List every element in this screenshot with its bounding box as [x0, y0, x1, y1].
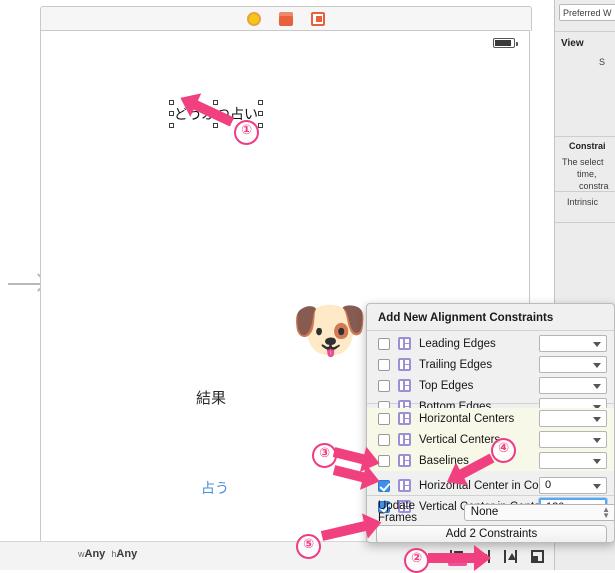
add-constraints-button[interactable]: Add 2 Constraints	[376, 525, 607, 542]
constraint-label-1: Leading Edges	[419, 337, 496, 350]
constraint-value-select-3[interactable]	[539, 377, 607, 394]
simulated-status-bar	[41, 31, 529, 53]
resize-handle-middle-left[interactable]	[169, 111, 174, 116]
chevron-down-icon[interactable]	[593, 459, 601, 464]
align-leading-edges-icon	[398, 337, 411, 350]
constraint-label-3: Top Edges	[419, 379, 474, 392]
intrinsic-size-label: Intrinsic	[567, 197, 599, 207]
exit-icon[interactable]	[311, 12, 325, 26]
constraints-description-line-1: The select	[562, 157, 604, 167]
resolve-auto-layout-issues-button[interactable]	[504, 549, 519, 563]
annotation-marker-2: ②	[404, 548, 429, 573]
size-class-width-value: Any	[84, 548, 106, 560]
inspector-divider-2	[555, 136, 615, 137]
align-baselines-icon	[398, 454, 411, 467]
chevron-down-icon[interactable]	[593, 384, 601, 389]
resize-handle-bottom-left[interactable]	[169, 123, 174, 128]
add-alignment-constraints-popover[interactable]: Add New Alignment Constraints Leading Ed…	[366, 303, 615, 543]
constraints-description-line-3: constra	[579, 181, 609, 191]
dog-emoji-label[interactable]: 🐶	[289, 293, 371, 367]
size-class-height-value: Any	[116, 548, 138, 560]
view-controller-icon[interactable]	[247, 12, 261, 26]
constraint-row-3[interactable]: Top Edges	[367, 375, 614, 396]
constraint-checkbox-1[interactable]	[378, 337, 390, 350]
constraint-checkbox-2[interactable]	[378, 358, 390, 371]
constraint-value-8: 0	[545, 479, 552, 491]
stepper-icon[interactable]: ▲ ▼	[602, 505, 610, 519]
chevron-down-icon[interactable]	[593, 342, 601, 347]
view-section-title: View	[561, 38, 584, 49]
fortune-button[interactable]: 占う	[201, 478, 229, 498]
inspector-divider-1	[555, 31, 615, 32]
constraint-checkbox-5[interactable]	[378, 412, 390, 425]
view-section-s-label: S	[599, 57, 606, 67]
scene-dock[interactable]	[40, 6, 532, 31]
constraint-label-2: Trailing Edges	[419, 358, 493, 371]
inspector-divider-4	[555, 222, 615, 223]
chevron-down-icon[interactable]	[593, 484, 601, 489]
popover-title: Add New Alignment Constraints	[378, 312, 554, 324]
resize-handle-top-right[interactable]	[258, 100, 263, 105]
resize-handle-top-left[interactable]	[169, 100, 174, 105]
inspector-divider-3	[555, 191, 615, 192]
constraint-value-select-8[interactable]: 0	[539, 477, 607, 494]
preferred-width-label: Preferred W	[563, 8, 612, 18]
annotation-marker-1: ①	[234, 120, 259, 145]
resize-handle-top-center[interactable]	[213, 100, 218, 105]
constraint-row-1[interactable]: Leading Edges	[367, 333, 614, 354]
battery-icon	[493, 38, 518, 48]
resize-handle-bottom-right[interactable]	[258, 123, 263, 128]
chevron-down-icon[interactable]	[593, 417, 601, 422]
update-frames-select[interactable]: None ▲ ▼	[463, 503, 614, 521]
constraint-row-8[interactable]: Horizontal Center in Contain 0	[367, 475, 614, 496]
screenshot-root: どうぶつ占い 🐶 結果 占う wAny hAny	[0, 0, 615, 573]
constraints-section-title: Constrai	[569, 141, 606, 151]
align-top-edges-icon	[398, 379, 411, 392]
annotation-marker-5: ⑤	[296, 534, 321, 559]
constraint-label-5: Horizontal Centers	[419, 412, 515, 425]
chevron-down-icon[interactable]	[593, 363, 601, 368]
constraint-value-select-6[interactable]	[539, 431, 607, 448]
constraint-checkbox-8[interactable]	[378, 479, 390, 492]
constraint-row-5[interactable]: Horizontal Centers	[367, 408, 614, 429]
constraint-value-select-7[interactable]	[539, 452, 607, 469]
chevron-down-icon[interactable]	[593, 438, 601, 443]
first-responder-icon[interactable]	[279, 12, 293, 26]
constraint-checkbox-3[interactable]	[378, 379, 390, 392]
update-frames-row[interactable]: Update Frames None ▲ ▼	[367, 500, 614, 524]
align-horizontal-centers-icon	[398, 412, 411, 425]
update-frames-value: None	[470, 505, 499, 518]
align-vertical-centers-icon	[398, 433, 411, 446]
initial-view-controller-arrow	[8, 283, 44, 285]
popover-divider-1	[367, 330, 614, 331]
embed-in-button[interactable]	[531, 549, 546, 563]
constraint-value-select-1[interactable]	[539, 335, 607, 352]
horizontal-center-in-container-icon	[398, 479, 411, 492]
align-trailing-edges-icon	[398, 358, 411, 371]
constraint-checkbox-6[interactable]	[378, 433, 390, 446]
constraint-value-select-5[interactable]	[539, 410, 607, 427]
constraints-description-line-2: time,	[577, 169, 597, 179]
size-class-indicator[interactable]: wAny hAny	[78, 548, 137, 560]
resize-handle-middle-right[interactable]	[258, 111, 263, 116]
resize-handle-bottom-center[interactable]	[213, 123, 218, 128]
constraint-value-select-2[interactable]	[539, 356, 607, 373]
annotation-marker-4: ④	[491, 438, 516, 463]
constraint-label-6: Vertical Centers	[419, 433, 501, 446]
update-frames-label: Update Frames	[378, 500, 417, 524]
result-label[interactable]: 結果	[196, 387, 226, 408]
constraint-label-7: Baselines	[419, 454, 469, 467]
constraint-row-2[interactable]: Trailing Edges	[367, 354, 614, 375]
